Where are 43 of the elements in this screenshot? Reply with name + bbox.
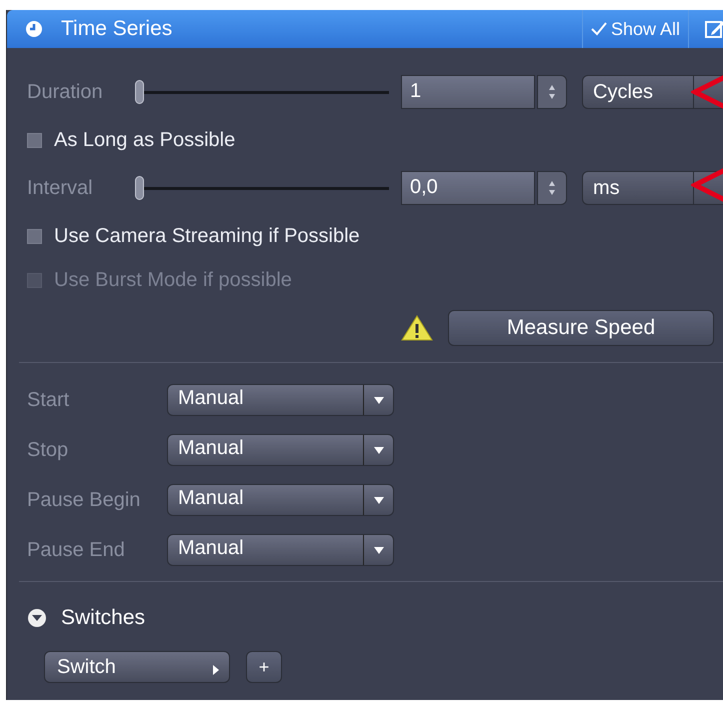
check-icon [590,22,607,36]
edit-icon[interactable] [705,19,723,39]
panel-title: Time Series [61,16,172,42]
number-field[interactable]: 0,0 [401,171,535,205]
spin-button[interactable] [537,171,567,205]
warning-icon [401,315,433,341]
dropdown[interactable]: Manual [167,434,394,466]
show-all-toggle[interactable]: Show All [582,10,688,48]
unit-dropdown[interactable]: Cycles [582,75,723,109]
dropdown-arrow-icon [374,496,384,504]
section-title: Switches [61,605,146,632]
slider[interactable] [135,80,389,104]
field-label: Interval [27,176,94,201]
field-label: Start [27,388,70,413]
add-button[interactable]: + [246,651,282,683]
field-label: Pause Begin [27,488,142,513]
dropdown[interactable]: Manual [167,484,394,516]
checkbox[interactable] [27,228,42,244]
unit-dropdown[interactable]: ms [582,171,723,205]
dropdown[interactable]: Manual [167,534,394,566]
slider[interactable] [135,176,389,200]
slider-thumb[interactable] [135,176,144,200]
caret-icon [213,665,219,675]
field-label: Stop [27,438,70,463]
number-field[interactable]: 1 [401,75,535,109]
dropdown-arrow-icon [374,396,384,404]
dropdown-arrow-icon [374,446,384,454]
spin-button[interactable] [537,75,567,109]
dropdown-arrow-icon [374,546,384,554]
slider-thumb[interactable] [135,80,144,104]
measure-speed-button[interactable]: Measure Speed [448,310,714,346]
field-label: Duration [27,80,104,105]
dropdown[interactable]: Manual [167,384,394,416]
clock-icon [25,20,43,38]
checkbox-label: As Long as Possible [54,128,236,153]
field-label: Pause End [27,538,126,563]
switch-button[interactable]: Switch [44,651,230,683]
checkbox-label: Use Burst Mode if possible [54,268,292,293]
up-down-icon [548,84,556,100]
collapse-icon[interactable] [27,608,47,628]
up-down-icon [548,180,556,196]
checkbox-label: Use Camera Streaming if Possible [54,224,360,249]
checkbox[interactable] [27,132,42,148]
